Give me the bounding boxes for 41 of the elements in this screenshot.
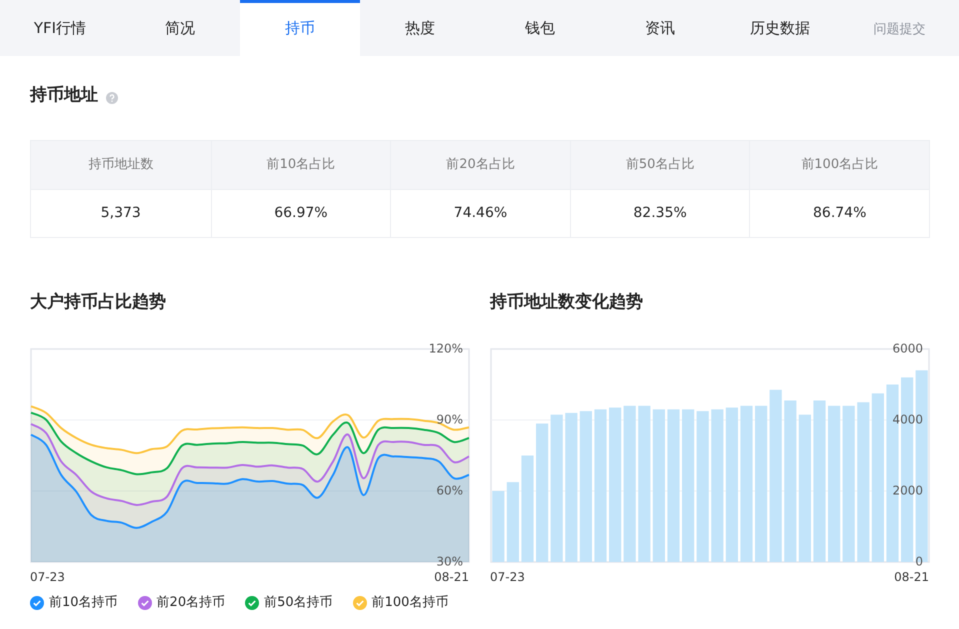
axis-label: 08-21 xyxy=(434,570,469,584)
check-icon xyxy=(245,596,260,610)
check-icon xyxy=(138,596,152,610)
tab[interactable]: 资讯 xyxy=(600,0,720,56)
legend-item[interactable]: 前50名持币 xyxy=(245,593,333,613)
tab[interactable]: 钱包 xyxy=(480,0,600,56)
tab[interactable]: 简况 xyxy=(120,0,240,56)
tab[interactable]: 热度 xyxy=(360,0,480,56)
axis-label: 30% xyxy=(436,554,463,568)
axis-label: 07-23 xyxy=(30,570,65,584)
table-cell: 66.97% xyxy=(210,190,390,237)
tab[interactable]: 历史数据 xyxy=(720,0,840,56)
column-header: 前50名占比 xyxy=(570,141,750,189)
check-icon xyxy=(30,596,44,610)
legend-item[interactable]: 前100名持币 xyxy=(352,593,448,613)
column-header: 持币地址数 xyxy=(87,156,154,174)
table-cell: 82.35% xyxy=(570,190,750,237)
axis-label: 2000 xyxy=(892,483,923,498)
axis-label: 60% xyxy=(436,483,463,498)
axis-label: 90% xyxy=(436,412,463,426)
column-header: 前20名占比 xyxy=(390,141,570,189)
table-cell: 74.46% xyxy=(390,190,570,237)
legend-item[interactable]: 前20名持币 xyxy=(138,593,226,613)
axis-label: 4000 xyxy=(892,412,923,426)
table-cell: 86.74% xyxy=(749,190,929,237)
check-icon xyxy=(352,596,367,610)
axis-label: 120% xyxy=(428,341,463,356)
table-cell-text: 5,373 xyxy=(100,204,142,223)
axis-label: 6000 xyxy=(892,341,923,356)
chart-title: 持币地址数变化趋势 xyxy=(490,291,644,314)
axis-label: 08-21 xyxy=(894,570,929,584)
help-icon xyxy=(106,92,118,104)
section-title: 持币地址 xyxy=(30,84,98,108)
column-header: 前100名占比 xyxy=(749,141,929,189)
tab[interactable]: YFI行情 xyxy=(0,0,120,56)
chart-title: 大户持币占比趋势 xyxy=(30,291,167,314)
axis-label: 07-23 xyxy=(490,570,525,584)
column-header: 前10名占比 xyxy=(210,141,390,189)
legend-item[interactable]: 前10名持币 xyxy=(30,593,118,613)
axis-label: 0 xyxy=(915,554,923,568)
tab[interactable]: 持币 xyxy=(240,0,360,56)
